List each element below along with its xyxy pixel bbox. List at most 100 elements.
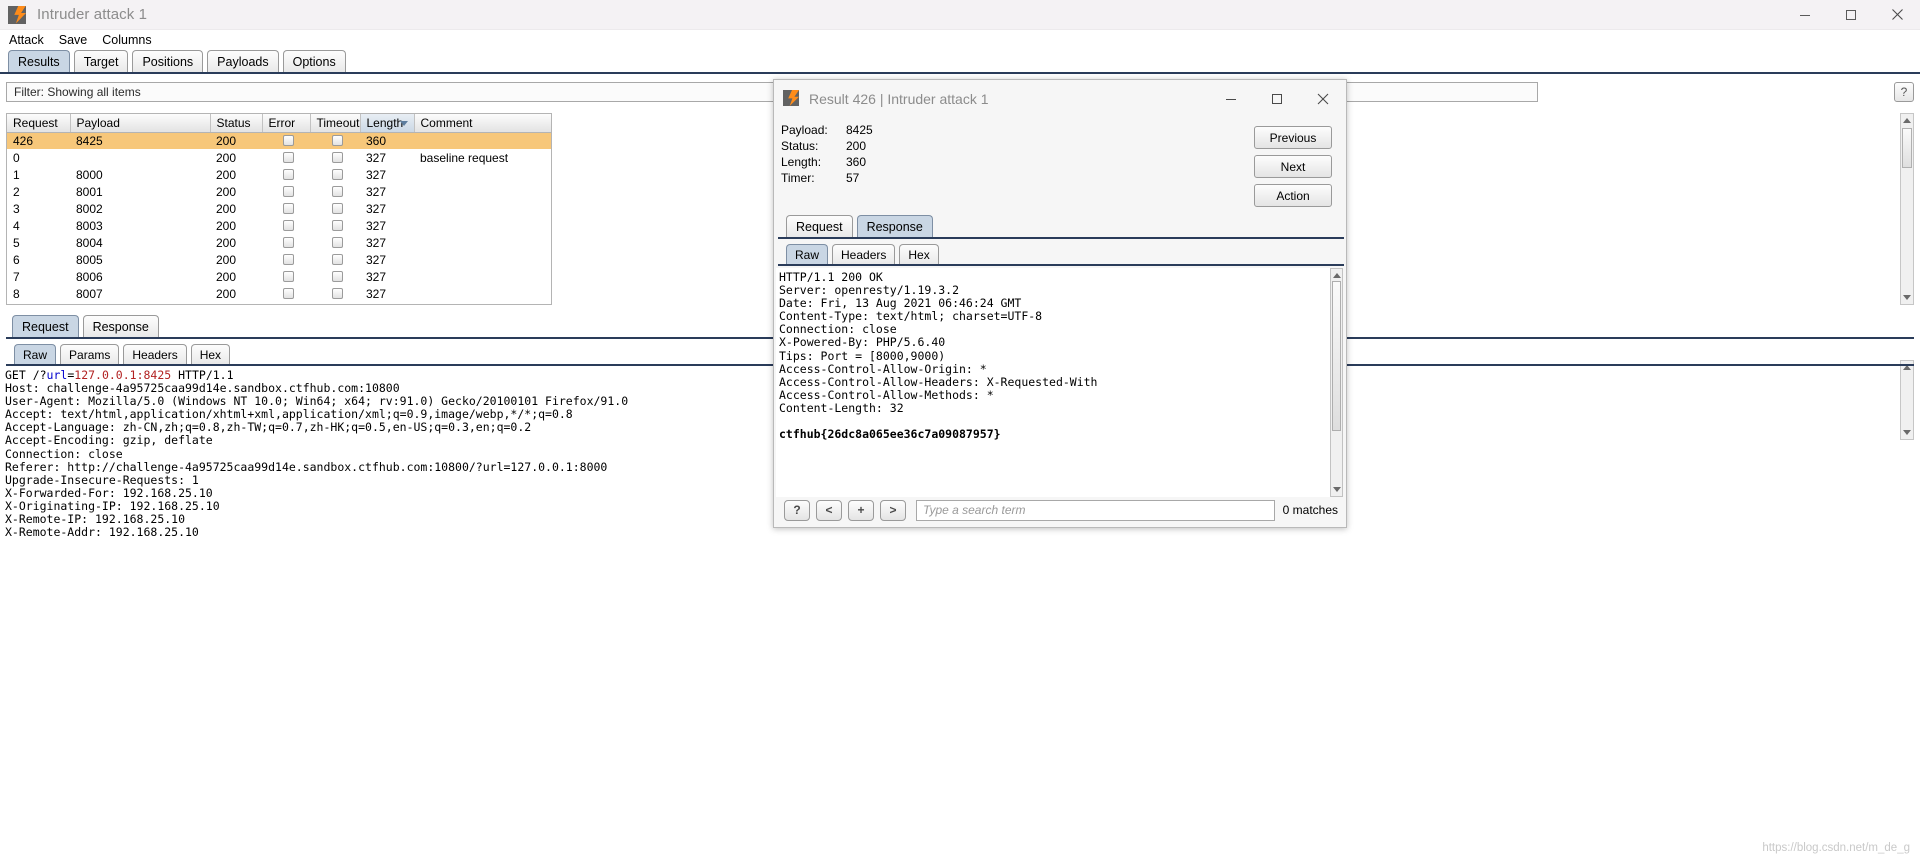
scroll-down-icon[interactable] — [1901, 291, 1913, 304]
dialog-subtab-headers[interactable]: Headers — [832, 244, 896, 264]
tab-payloads[interactable]: Payloads — [207, 50, 279, 72]
menu-item-columns[interactable]: Columns — [96, 31, 157, 49]
cell-request: 0 — [13, 150, 20, 165]
cell-status: 200 — [216, 252, 237, 267]
cell-error — [262, 234, 310, 251]
menu-item-save[interactable]: Save — [53, 31, 94, 49]
error-checkbox[interactable] — [283, 185, 294, 197]
error-checkbox[interactable] — [283, 219, 294, 231]
search-input[interactable]: Type a search term — [916, 499, 1275, 521]
minimize-icon[interactable] — [1782, 0, 1828, 30]
error-checkbox[interactable] — [283, 202, 294, 214]
column-header-request[interactable]: Request — [7, 114, 71, 133]
column-header-comment[interactable]: Comment — [414, 114, 551, 133]
error-checkbox[interactable] — [283, 287, 294, 299]
dialog-minimize-icon[interactable] — [1208, 80, 1254, 118]
response-scrollbar-thumb[interactable] — [1332, 281, 1341, 431]
subtab-hex[interactable]: Hex — [190, 344, 231, 364]
cell-payload: 8000 — [76, 167, 103, 182]
column-header-payload[interactable]: Payload — [70, 114, 211, 133]
error-checkbox[interactable] — [283, 151, 294, 163]
response-raw-viewer[interactable]: HTTP/1.1 200 OK Server: openresty/1.19.3… — [776, 268, 1335, 497]
cell-status: 200 — [216, 235, 237, 250]
info-value-payload: 8425 — [846, 123, 873, 137]
close-icon[interactable] — [1874, 0, 1920, 30]
cell-payload: 8004 — [76, 235, 103, 250]
tab-response[interactable]: Response — [82, 315, 159, 337]
timeout-checkbox[interactable] — [332, 151, 343, 163]
error-checkbox[interactable] — [283, 270, 294, 282]
column-header-length[interactable]: Length — [360, 114, 415, 133]
cell-timeout — [310, 200, 360, 217]
table-row[interactable]: 1 8000 200 327 — [7, 166, 551, 183]
table-row[interactable]: 2 8001 200 327 — [7, 183, 551, 200]
cell-request: 2 — [13, 184, 20, 199]
dialog-maximize-icon[interactable] — [1254, 80, 1300, 118]
error-checkbox[interactable] — [283, 253, 294, 265]
table-row[interactable]: 8 8007 200 327 — [7, 285, 551, 302]
menu-item-attack[interactable]: Attack — [3, 31, 50, 49]
table-row[interactable]: 4 8003 200 327 — [7, 217, 551, 234]
timeout-checkbox[interactable] — [332, 185, 343, 197]
info-label-length: Length: — [781, 155, 822, 169]
table-row[interactable]: 5 8004 200 327 — [7, 234, 551, 251]
next-button[interactable]: Next — [1254, 155, 1332, 178]
table-row[interactable]: 7 8006 200 327 — [7, 268, 551, 285]
search-previous-button[interactable]: < — [816, 499, 842, 521]
column-header-error[interactable]: Error — [262, 114, 311, 133]
table-row[interactable]: 6 8005 200 327 — [7, 251, 551, 268]
error-checkbox[interactable] — [283, 168, 294, 180]
cell-error — [262, 217, 310, 234]
cell-comment — [414, 285, 551, 302]
search-add-button[interactable]: + — [848, 499, 874, 521]
help-button[interactable]: ? — [1894, 82, 1914, 102]
dialog-title-bar: Result 426 | Intruder attack 1 — [774, 80, 1346, 118]
results-scrollbar[interactable] — [1900, 113, 1914, 305]
maximize-icon[interactable] — [1828, 0, 1874, 30]
dialog-tab-request[interactable]: Request — [786, 215, 853, 237]
subtab-headers[interactable]: Headers — [123, 344, 187, 364]
timeout-checkbox[interactable] — [332, 168, 343, 180]
column-header-status[interactable]: Status — [210, 114, 263, 133]
table-row[interactable]: 0 200 327 baseline request — [7, 149, 551, 166]
scroll-up-icon[interactable] — [1901, 114, 1913, 127]
dialog-subtab-hex[interactable]: Hex — [899, 244, 939, 264]
dialog-tab-response[interactable]: Response — [856, 215, 933, 237]
cell-timeout — [310, 183, 360, 200]
column-header-timeout[interactable]: Timeout — [310, 114, 361, 133]
dialog-close-icon[interactable] — [1300, 80, 1346, 118]
cell-status: 200 — [216, 150, 237, 165]
cell-payload: 8005 — [76, 252, 103, 267]
dialog-subtab-raw[interactable]: Raw — [786, 244, 829, 264]
subtab-raw[interactable]: Raw — [14, 344, 57, 364]
search-help-button[interactable]: ? — [784, 499, 810, 521]
timeout-checkbox[interactable] — [332, 253, 343, 265]
results-table-body: 426 8425 200 360 0 200 327 baseline request 1 800… — [7, 132, 551, 302]
tab-results[interactable]: Results — [8, 50, 70, 72]
action-button[interactable]: Action — [1254, 184, 1332, 207]
table-row[interactable]: 3 8002 200 327 — [7, 200, 551, 217]
timeout-checkbox[interactable] — [332, 202, 343, 214]
tab-positions[interactable]: Positions — [132, 50, 204, 72]
table-row[interactable]: 426 8425 200 360 — [7, 132, 551, 149]
scrollbar-thumb[interactable] — [1902, 128, 1912, 168]
error-checkbox[interactable] — [283, 236, 294, 248]
response-scrollbar[interactable] — [1330, 268, 1343, 497]
error-checkbox[interactable] — [283, 134, 294, 146]
timeout-checkbox[interactable] — [332, 134, 343, 146]
timeout-checkbox[interactable] — [332, 270, 343, 282]
timeout-checkbox[interactable] — [332, 287, 343, 299]
tab-target[interactable]: Target — [73, 50, 129, 72]
tab-options[interactable]: Options — [282, 50, 346, 72]
title-bar: Intruder attack 1 — [0, 0, 1920, 30]
cell-payload: 8425 — [70, 132, 210, 149]
timeout-checkbox[interactable] — [332, 236, 343, 248]
timeout-checkbox[interactable] — [332, 219, 343, 231]
response-scroll-down-icon[interactable] — [1331, 483, 1343, 496]
tab-request[interactable]: Request — [12, 315, 79, 337]
cell-comment — [414, 234, 551, 251]
subtab-params[interactable]: Params — [60, 344, 120, 364]
previous-button[interactable]: Previous — [1254, 126, 1332, 149]
search-next-button[interactable]: > — [880, 499, 906, 521]
cell-status: 200 — [216, 269, 237, 284]
